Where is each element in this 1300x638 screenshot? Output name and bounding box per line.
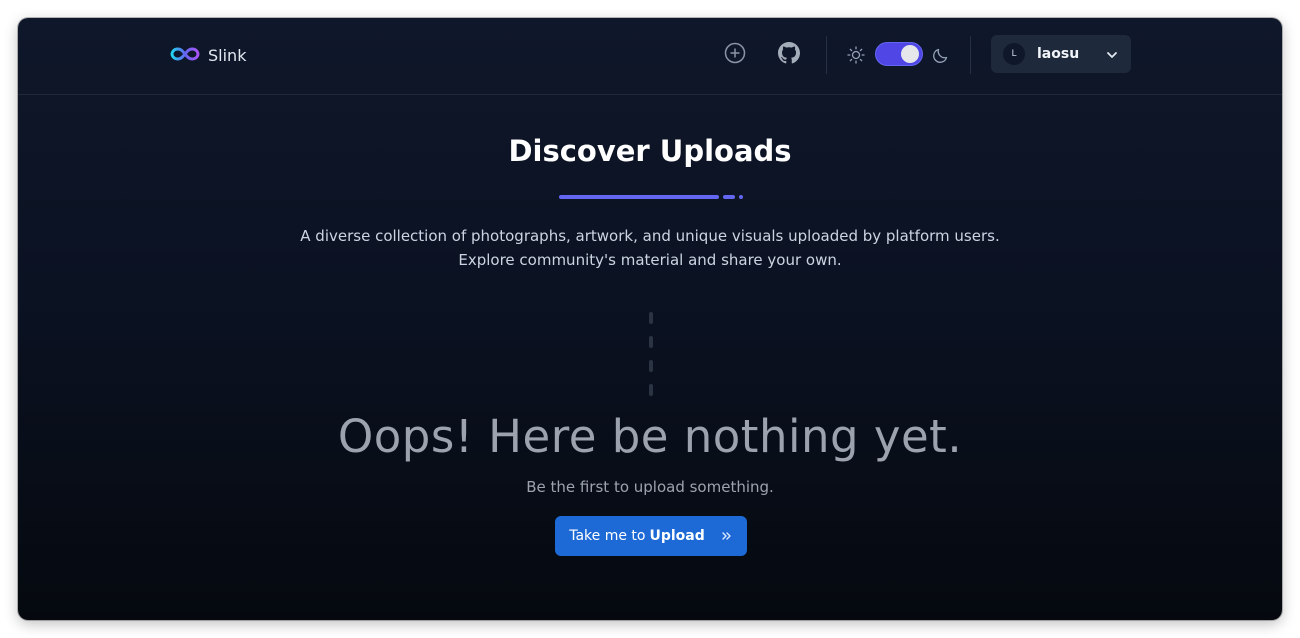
- page-title: Discover Uploads: [508, 134, 792, 168]
- username: laosu: [1037, 46, 1080, 62]
- chevrons-right-icon: [721, 530, 733, 542]
- take-me-to-upload-button[interactable]: Take me to Upload: [555, 516, 747, 556]
- page-description: A diverse collection of photographs, art…: [300, 227, 1000, 269]
- title-accent-bar: [559, 195, 719, 199]
- navbar-divider: [970, 36, 971, 74]
- theme-toggle-knob: [901, 45, 919, 63]
- chevron-down-icon: [1105, 47, 1119, 66]
- decorative-dash: [649, 336, 653, 348]
- theme-toggle[interactable]: [875, 42, 923, 66]
- github-icon: [778, 42, 800, 68]
- upload-button-label: Take me to: [569, 528, 646, 544]
- empty-state-title: Oops! Here be nothing yet.: [337, 410, 963, 463]
- empty-state-subtitle: Be the first to upload something.: [526, 478, 774, 496]
- decorative-dash: [649, 312, 653, 324]
- moon-icon: [929, 42, 953, 68]
- plus-circle-icon: [724, 42, 746, 68]
- brand-link[interactable]: Slink: [170, 43, 246, 67]
- github-link[interactable]: [776, 42, 802, 68]
- upload-button[interactable]: [722, 42, 748, 68]
- decorative-dash: [649, 384, 653, 396]
- navbar: Slink L laosu: [18, 18, 1282, 95]
- title-accent-dot: [739, 195, 743, 199]
- navbar-divider: [826, 36, 827, 74]
- decorative-dash: [649, 360, 653, 372]
- sun-icon: [844, 42, 868, 68]
- upload-button-label-strong: Upload: [649, 528, 705, 544]
- user-menu-button[interactable]: L laosu: [991, 35, 1131, 73]
- title-accent-dash: [723, 195, 735, 199]
- infinity-logo-icon: [170, 46, 200, 65]
- brand-name: Slink: [208, 45, 247, 65]
- app-window: Slink L laosu Discover Uploads A diverse…: [18, 18, 1282, 620]
- avatar: L: [1003, 43, 1025, 65]
